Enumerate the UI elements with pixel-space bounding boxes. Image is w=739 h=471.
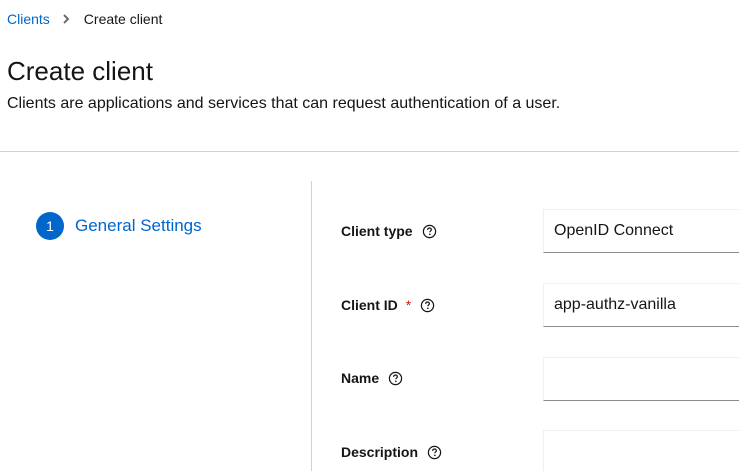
client-type-value: OpenID Connect bbox=[554, 222, 674, 239]
client-id-label-text: Client ID bbox=[341, 297, 398, 313]
client-id-field[interactable] bbox=[543, 283, 739, 327]
required-marker: * bbox=[405, 297, 412, 313]
breadcrumb-current: Create client bbox=[83, 11, 163, 27]
help-circle-icon[interactable] bbox=[388, 371, 403, 386]
wizard-step-general-settings[interactable]: 1 General Settings bbox=[36, 212, 202, 240]
step-label[interactable]: General Settings bbox=[75, 216, 202, 236]
help-circle-icon[interactable] bbox=[427, 445, 442, 460]
name-label-text: Name bbox=[341, 370, 380, 386]
description-label-text: Description bbox=[341, 444, 419, 460]
breadcrumb-link-clients[interactable]: Clients bbox=[7, 11, 50, 27]
description-input[interactable] bbox=[554, 443, 739, 461]
page-description: Clients are applications and services th… bbox=[7, 95, 561, 112]
name-input[interactable] bbox=[554, 370, 739, 388]
name-label: Name bbox=[341, 370, 403, 386]
breadcrumb: Clients Create client bbox=[7, 11, 162, 27]
client-type-label-text: Client type bbox=[341, 223, 413, 239]
header-divider bbox=[0, 151, 739, 152]
create-client-page: Clients Create client Create client Clie… bbox=[0, 0, 739, 471]
step-number-badge: 1 bbox=[36, 212, 64, 240]
chevron-right-icon bbox=[62, 14, 70, 24]
help-circle-icon[interactable] bbox=[420, 298, 435, 313]
description-field[interactable] bbox=[543, 430, 739, 471]
client-type-select[interactable]: OpenID Connect bbox=[543, 209, 739, 253]
help-circle-icon[interactable] bbox=[422, 224, 437, 239]
client-id-label: Client ID * bbox=[341, 297, 435, 313]
wizard-divider bbox=[311, 181, 312, 471]
name-field[interactable] bbox=[543, 357, 739, 401]
client-type-label: Client type bbox=[341, 223, 437, 239]
page-title: Create client bbox=[7, 56, 153, 86]
client-id-input[interactable] bbox=[554, 296, 739, 314]
description-label: Description bbox=[341, 444, 442, 460]
